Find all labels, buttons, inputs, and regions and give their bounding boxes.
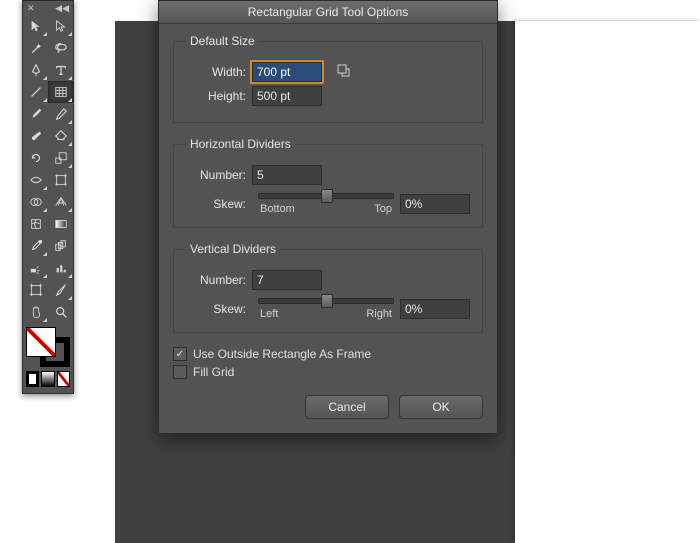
h-skew-input[interactable] — [400, 194, 470, 214]
constrain-proportions-icon[interactable] — [336, 63, 352, 82]
shape-builder-tool[interactable] — [23, 191, 48, 213]
v-number-label: Number: — [186, 273, 252, 287]
width-label: Width: — [186, 65, 252, 79]
use-frame-option[interactable]: ✓ Use Outside Rectangle As Frame — [173, 347, 483, 361]
h-skew-thumb[interactable] — [321, 189, 333, 203]
h-dividers-legend: Horizontal Dividers — [186, 137, 295, 151]
v-skew-input[interactable] — [400, 299, 470, 319]
magic-wand-tool[interactable] — [23, 37, 48, 59]
default-size-legend: Default Size — [186, 34, 259, 48]
tool-grid — [23, 15, 73, 323]
close-icon[interactable]: ✕ — [27, 4, 35, 13]
v-skew-slider[interactable] — [258, 298, 394, 304]
artboard — [515, 21, 700, 543]
eyedropper-tool[interactable] — [23, 235, 48, 257]
v-skew-min-label: Left — [260, 308, 278, 320]
v-skew-thumb[interactable] — [321, 294, 333, 308]
h-skew-max-label: Top — [374, 203, 392, 215]
h-skew-label: Skew: — [186, 197, 252, 211]
artboard-tool[interactable] — [23, 279, 48, 301]
cancel-button[interactable]: Cancel — [305, 395, 389, 419]
eraser-tool[interactable] — [48, 125, 73, 147]
width-input[interactable] — [252, 62, 322, 82]
lasso-tool[interactable] — [48, 37, 73, 59]
paintbrush-tool[interactable] — [23, 103, 48, 125]
hand-tool[interactable] — [23, 301, 48, 323]
blob-brush-tool[interactable] — [23, 125, 48, 147]
h-skew-min-label: Bottom — [260, 203, 295, 215]
none-mode-icon[interactable] — [57, 371, 70, 387]
use-frame-label: Use Outside Rectangle As Frame — [193, 347, 371, 361]
blend-tool[interactable] — [48, 235, 73, 257]
type-tool[interactable] — [48, 59, 73, 81]
default-size-group: Default Size Width: Height: — [173, 34, 483, 123]
zoom-tool[interactable] — [48, 301, 73, 323]
vertical-dividers-group: Vertical Dividers Number: Skew: Left Rig… — [173, 242, 483, 333]
draw-mode-row — [26, 371, 70, 387]
fill-grid-option[interactable]: Fill Grid — [173, 365, 483, 379]
line-segment-tool[interactable] — [23, 81, 48, 103]
dialog-title: Rectangular Grid Tool Options — [159, 1, 497, 24]
perspective-grid-tool[interactable] — [48, 191, 73, 213]
color-mode-icon[interactable] — [26, 371, 39, 387]
symbol-sprayer-tool[interactable] — [23, 257, 48, 279]
rotate-tool[interactable] — [23, 147, 48, 169]
free-transform-tool[interactable] — [48, 169, 73, 191]
scale-tool[interactable] — [48, 147, 73, 169]
height-label: Height: — [186, 89, 252, 103]
checkbox-unchecked-icon[interactable] — [173, 365, 187, 379]
v-number-input[interactable] — [252, 270, 322, 290]
column-graph-tool[interactable] — [48, 257, 73, 279]
ok-button[interactable]: OK — [399, 395, 483, 419]
v-skew-max-label: Right — [366, 308, 392, 320]
h-number-label: Number: — [186, 168, 252, 182]
height-input[interactable] — [252, 86, 322, 106]
tools-panel: ✕ ◀◀ — [22, 0, 74, 394]
pen-tool[interactable] — [23, 59, 48, 81]
fill-stroke-swatches[interactable] — [26, 327, 70, 367]
h-skew-slider[interactable] — [258, 193, 394, 199]
v-skew-label: Skew: — [186, 302, 252, 316]
color-controls — [23, 323, 73, 393]
gradient-tool[interactable] — [48, 213, 73, 235]
fill-grid-label: Fill Grid — [193, 365, 234, 379]
tools-panel-header[interactable]: ✕ ◀◀ — [23, 1, 73, 15]
gradient-mode-icon[interactable] — [41, 371, 54, 387]
grid-options-dialog: Rectangular Grid Tool Options Default Si… — [158, 0, 498, 434]
pencil-tool[interactable] — [48, 103, 73, 125]
collapse-icon[interactable]: ◀◀ — [55, 4, 69, 13]
fill-swatch[interactable] — [26, 327, 56, 357]
direct-selection-tool[interactable] — [48, 15, 73, 37]
horizontal-dividers-group: Horizontal Dividers Number: Skew: Bottom… — [173, 137, 483, 228]
v-dividers-legend: Vertical Dividers — [186, 242, 280, 256]
h-number-input[interactable] — [252, 165, 322, 185]
slice-tool[interactable] — [48, 279, 73, 301]
mesh-tool[interactable] — [23, 213, 48, 235]
rectangular-grid-tool[interactable] — [48, 81, 73, 103]
selection-tool[interactable] — [23, 15, 48, 37]
width-tool[interactable] — [23, 169, 48, 191]
checkbox-checked-icon[interactable]: ✓ — [173, 347, 187, 361]
